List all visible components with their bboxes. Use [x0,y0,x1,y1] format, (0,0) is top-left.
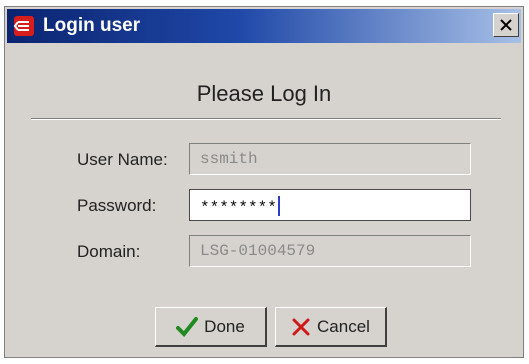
password-label: Password: [77,196,157,215]
dialog-heading: Please Log In [196,81,332,106]
heading-divider [31,118,501,120]
done-label: Done [204,316,245,336]
close-icon [500,19,512,31]
text-cursor [277,196,280,216]
red-x-icon [292,318,310,335]
username-label: User Name: [77,150,168,169]
done-button[interactable]: Done [155,307,267,347]
app-logo-icon [13,16,34,36]
cancel-label: Cancel [317,316,370,336]
cancel-button[interactable]: Cancel [275,307,387,347]
login-dialog: Login user Please Log In User Name: ssmi… [4,6,524,358]
domain-label: Domain: [77,242,141,261]
password-value: ******** [200,199,277,217]
username-field[interactable]: ssmith [189,143,471,175]
title-bar[interactable]: Login user [7,9,521,43]
close-button[interactable] [493,13,519,37]
domain-value: LSG-01004579 [200,242,316,260]
password-field[interactable]: ******** [189,189,471,221]
green-check-icon [176,316,199,337]
username-value: ssmith [200,150,258,168]
domain-field[interactable]: LSG-01004579 [189,235,471,267]
window-title: Login user [43,15,141,36]
